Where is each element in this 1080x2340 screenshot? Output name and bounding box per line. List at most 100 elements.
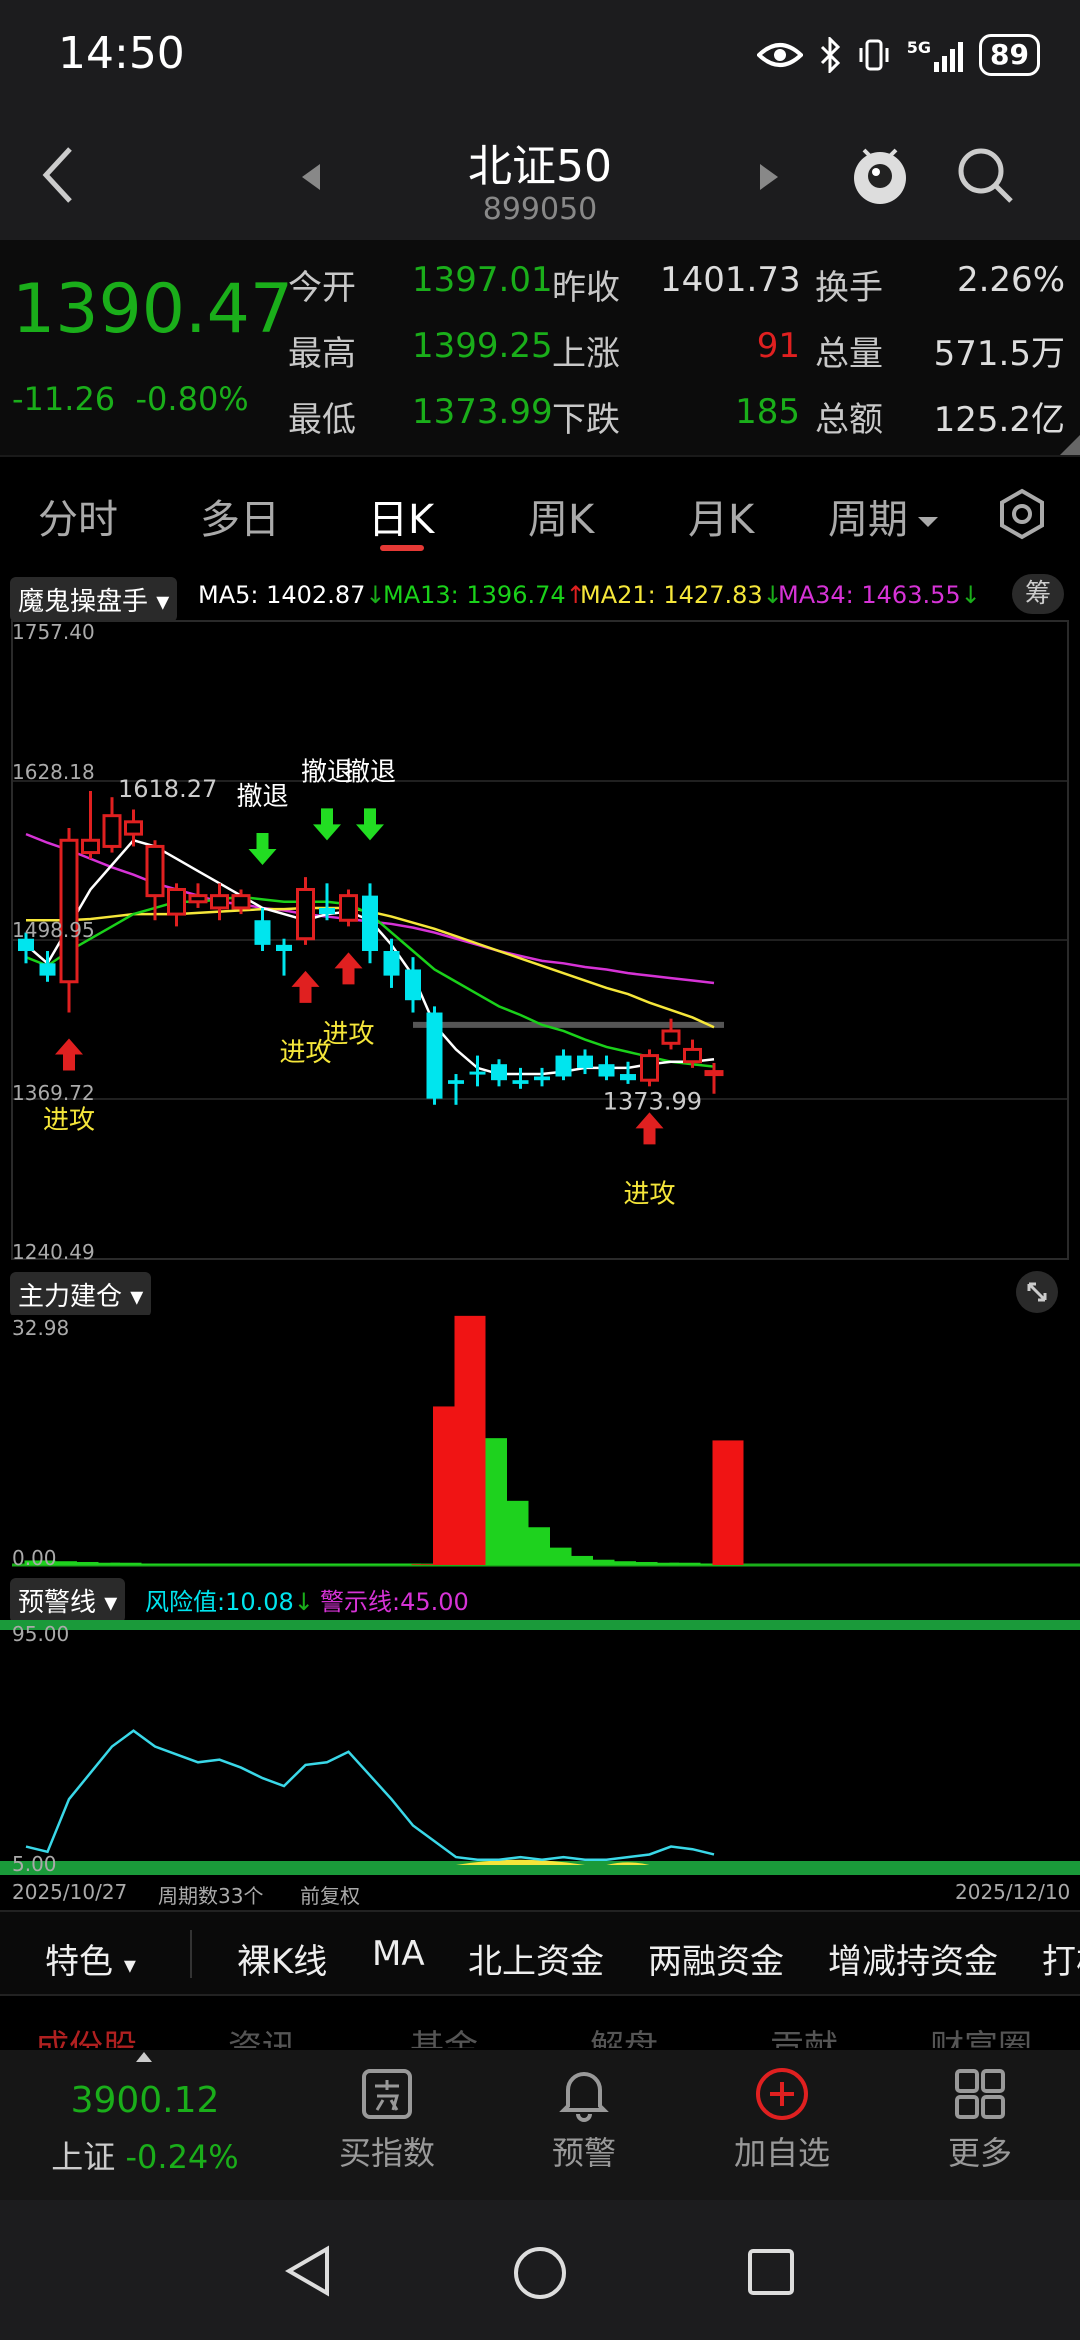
tab-daily-k[interactable]: 日K — [368, 487, 434, 545]
amount-label: 总额 — [815, 400, 883, 440]
tab-multiday[interactable]: 多日 — [200, 487, 280, 545]
page-title: 北证50 — [468, 141, 612, 192]
tab-period[interactable]: 周期 — [828, 487, 940, 545]
low-value: 1373.99 — [412, 392, 553, 432]
vibrate-icon — [859, 39, 889, 71]
candle-body — [620, 1074, 636, 1081]
y-label-3: 1498.95 — [12, 918, 95, 942]
price-change: -11.26 -0.80% — [12, 380, 249, 418]
candle-body — [512, 1080, 529, 1084]
stock-code: 899050 — [482, 192, 598, 227]
current-price: 1390.47 — [12, 270, 294, 349]
candlestick-chart[interactable]: 进攻进攻进攻进攻撤退撤退撤退1618.271373.99 — [0, 620, 1080, 1260]
nav-add-label: 加自选 — [733, 2134, 830, 2172]
signal-icon: 5G — [907, 38, 964, 72]
mascot-icon[interactable] — [850, 140, 910, 210]
tab-news[interactable]: 资讯 — [228, 2020, 296, 2048]
attack-label: 进攻 — [43, 1106, 95, 1136]
risk-value: 风险值:10.08 — [145, 1588, 294, 1616]
attack-arrow-icon — [334, 952, 363, 985]
candle-body — [598, 1064, 615, 1077]
ma13-legend: MA13: 1396.74↑ — [383, 581, 586, 609]
retreat-label: 撤退 — [344, 757, 396, 787]
candle-body — [124, 820, 143, 836]
candle-body — [102, 814, 122, 848]
main-force-bar-chart[interactable] — [0, 1315, 1080, 1570]
tab-naked-k[interactable]: 裸K线 — [237, 1934, 327, 1983]
candle-body — [448, 1080, 464, 1084]
tab-funds[interactable]: 基金 — [410, 2020, 478, 2048]
battery-level: 89 — [990, 38, 1029, 71]
status-bar: 14:50 5G 89 — [0, 0, 1080, 110]
next-stock-icon[interactable] — [758, 162, 780, 192]
index-ticker[interactable]: 上证 -0.24% — [40, 2132, 250, 2178]
open-value: 1397.01 — [412, 260, 553, 300]
risk-line — [25, 1729, 715, 1861]
sub1-indicator-select[interactable]: 主力建仓 ▾ — [10, 1272, 152, 1317]
tab-wealth[interactable]: 财富圈 — [930, 2020, 1032, 2048]
warning-line-chart[interactable] — [0, 1620, 1080, 1875]
system-home-icon[interactable] — [512, 2245, 568, 2301]
candle-body — [426, 1012, 443, 1099]
eye-icon — [756, 43, 803, 67]
main-indicator-select[interactable]: 魔鬼操盘手 ▾ — [10, 577, 178, 622]
candle-body — [81, 838, 100, 855]
candle-body — [534, 1076, 550, 1081]
fullscreen-icon[interactable] — [1015, 1270, 1059, 1314]
tab-intraday[interactable]: 分时 — [38, 487, 118, 545]
x-start-date: 2025/10/27 — [12, 1880, 128, 1904]
status-time: 14:50 — [58, 28, 185, 79]
candle-body — [39, 963, 56, 976]
retreat-arrow-icon — [248, 832, 277, 865]
tab-limit-up[interactable]: 打板 — [1042, 1934, 1080, 1983]
settings-icon[interactable] — [995, 487, 1049, 541]
down-label: 下跌 — [552, 400, 620, 440]
tab-weekly-k[interactable]: 周K — [528, 487, 594, 545]
tab-ma[interactable]: MA — [372, 1934, 425, 1974]
tab-holding-change[interactable]: 增减持资金 — [828, 1934, 998, 1983]
content-tabs: 成份股 资讯 基金 解盘 贡献 财富圈 — [0, 1998, 1080, 2048]
nav-add-watchlist[interactable]: 加自选 — [682, 2050, 882, 2200]
sub2-indicator-select[interactable]: 预警线 ▾ — [10, 1578, 126, 1623]
volume-value: 571.5万 — [933, 334, 1065, 374]
system-nav-bar — [0, 2200, 1080, 2340]
nav-buy-label: 买指数 — [338, 2134, 435, 2172]
system-recents-icon[interactable] — [747, 2248, 795, 2296]
search-icon[interactable] — [955, 145, 1015, 205]
ma13-value: MA13: 1396.74 — [383, 581, 566, 609]
tab-contribution[interactable]: 贡献 — [770, 2020, 838, 2048]
tab-monthly-k[interactable]: 月K — [688, 487, 754, 545]
attack-label: 进攻 — [322, 1019, 374, 1049]
index-value[interactable]: 3900.12 — [40, 2080, 250, 2121]
prev-close-label: 昨收 — [552, 268, 620, 308]
tab-feature[interactable]: 特色 ▾ — [45, 1934, 136, 1983]
chip-distribution-button[interactable]: 筹 — [1012, 574, 1064, 614]
up-count: 91 — [756, 326, 800, 366]
tab-analysis[interactable]: 解盘 — [590, 2020, 658, 2048]
candle-body — [362, 895, 378, 952]
attack-arrow-icon — [291, 970, 320, 1003]
system-back-icon[interactable] — [285, 2245, 331, 2297]
candle-body — [254, 920, 271, 945]
chevron-up-icon[interactable] — [134, 2050, 154, 2064]
up-label: 上涨 — [552, 334, 620, 374]
high-mark-label: 1618.27 — [118, 775, 217, 803]
tab-northbound[interactable]: 北上资金 — [468, 1934, 604, 1983]
tab-margin[interactable]: 两融资金 — [648, 1934, 784, 1983]
nav-more[interactable]: 更多 — [880, 2050, 1080, 2200]
tab-constituents[interactable]: 成份股 — [35, 2020, 137, 2048]
candle-body — [167, 887, 186, 916]
turnover-value: 2.26% — [956, 260, 1065, 300]
candle-body — [59, 838, 79, 984]
ma5-value: MA5: 1402.87 — [198, 581, 366, 609]
battery-icon: 89 — [979, 34, 1040, 76]
nav-buy-index[interactable]: 买指数 — [287, 2050, 487, 2200]
expand-corner-icon[interactable] — [1060, 435, 1080, 455]
y-label-max: 1757.40 — [12, 620, 95, 644]
chevron-down-icon: ▾ — [104, 1588, 118, 1618]
candle-body — [296, 887, 315, 941]
index-change: -0.24% — [125, 2138, 239, 2176]
candle-body — [339, 894, 358, 922]
candle-body — [231, 894, 251, 910]
nav-alert[interactable]: 预警 — [484, 2050, 684, 2200]
